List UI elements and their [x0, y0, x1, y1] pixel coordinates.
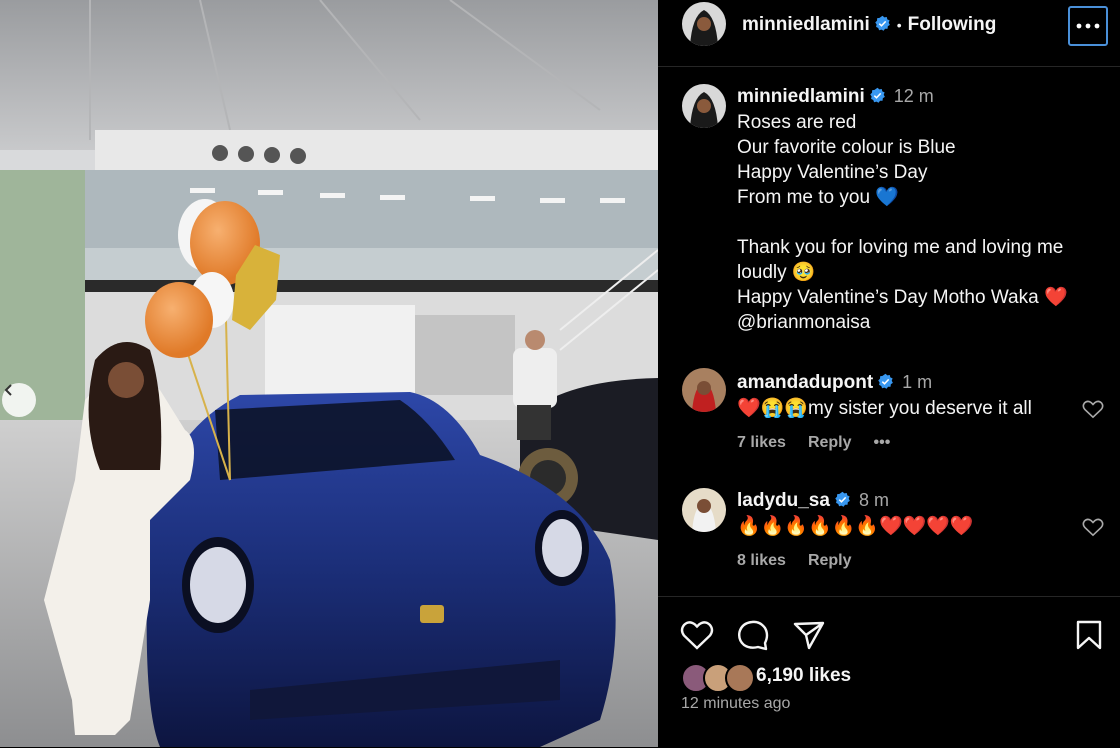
caption-time: 12 m — [893, 86, 934, 106]
bookmark-icon[interactable] — [1072, 619, 1106, 651]
comment-text: ❤️😭😭my sister you deserve it all — [737, 398, 1032, 419]
comment-bubble-icon[interactable] — [736, 619, 770, 651]
post-photo[interactable] — [0, 0, 658, 747]
comment-header: ladydu_sa 8 m — [737, 490, 889, 512]
verified-badge-icon — [870, 87, 885, 103]
send-icon[interactable] — [792, 619, 826, 651]
author-username[interactable]: minniedlamini — [742, 14, 870, 35]
liker-avatars[interactable] — [681, 663, 755, 693]
caption-author-username[interactable]: minniedlamini — [737, 86, 865, 107]
caption-line — [737, 210, 1107, 235]
comment-meta: 8 likes Reply — [737, 552, 874, 570]
caption-author-avatar[interactable] — [682, 84, 726, 128]
caption-header: minniedlamini 12 m — [737, 86, 934, 108]
comment-likes-count[interactable]: 8 likes — [737, 552, 786, 569]
comment-likes-count[interactable]: 7 likes — [737, 434, 786, 451]
comment-more-icon[interactable]: ••• — [874, 434, 891, 451]
verified-badge-icon — [878, 373, 894, 389]
comment-meta: 7 likes Reply ••• — [737, 434, 912, 452]
comment-text: 🔥🔥🔥🔥🔥🔥❤️❤️❤️❤️ — [737, 516, 974, 537]
caption-mention-link[interactable]: @brianmonaisa — [737, 310, 1107, 335]
following-button[interactable]: Following — [908, 14, 997, 35]
caption-line: Roses are red — [737, 112, 857, 133]
caption-text: Roses are red Our favorite colour is Blu… — [737, 110, 1107, 335]
liker-avatar — [725, 663, 755, 693]
comment-like-heart-icon[interactable] — [1082, 399, 1104, 419]
likes-count[interactable]: 6,190 likes — [756, 665, 851, 687]
showroom-scene-image — [0, 0, 658, 747]
author-avatar[interactable] — [682, 2, 726, 46]
comment-avatar[interactable] — [682, 368, 726, 412]
verified-badge-icon — [875, 15, 890, 31]
posted-time: 12 minutes ago — [681, 695, 791, 712]
comment-time: 8 m — [858, 490, 889, 510]
previous-photo-button[interactable] — [2, 383, 36, 417]
caption-line: Our favorite colour is Blue — [737, 137, 956, 158]
verified-badge-icon — [835, 491, 850, 507]
author-line: minniedlamini • Following — [742, 14, 996, 36]
comment-username[interactable]: ladydu_sa — [737, 490, 830, 511]
comment-avatar[interactable] — [682, 488, 726, 532]
post-header: minniedlamini • Following — [658, 0, 1120, 67]
more-options-icon — [1076, 23, 1100, 29]
caption-line: Happy Valentine’s Day — [737, 162, 928, 183]
caption-line: Thank you for loving me and loving me — [737, 237, 1064, 258]
post-details-panel: minniedlamini • Following minniedlamini 12 … — [658, 0, 1120, 747]
caption-line: From me to you 💙 — [737, 187, 899, 208]
comment-reply-button[interactable]: Reply — [808, 434, 852, 451]
comment-reply-button[interactable]: Reply — [808, 552, 852, 569]
more-options-button[interactable] — [1068, 6, 1108, 46]
comment-time: 1 m — [902, 372, 933, 392]
chevron-left-icon — [4, 384, 12, 396]
caption-line: Happy Valentine’s Day Motho Waka ❤️ — [737, 287, 1068, 308]
comment-header: amandadupont 1 m — [737, 372, 932, 394]
heart-icon[interactable] — [680, 619, 714, 651]
comment-username[interactable]: amandadupont — [737, 372, 873, 393]
caption-line: loudly 🥹 — [737, 262, 816, 283]
comment-like-heart-icon[interactable] — [1082, 517, 1104, 537]
separator-dot: • — [896, 17, 902, 33]
post-actions-bar: 6,190 likes 12 minutes ago — [658, 596, 1120, 748]
